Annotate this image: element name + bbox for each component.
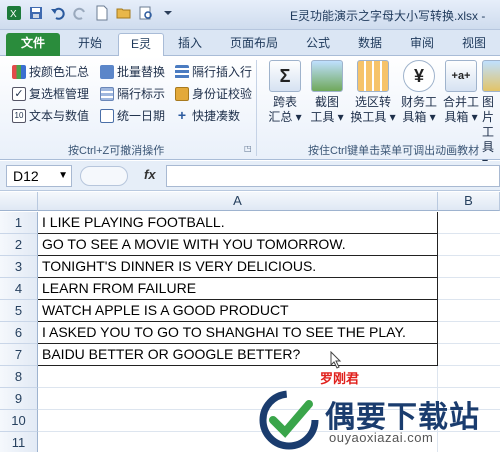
cell-b[interactable] [438, 366, 500, 388]
cell-a[interactable]: TONIGHT'S DINNER IS VERY DELICIOUS. [38, 256, 438, 278]
select-all-corner[interactable] [0, 192, 38, 211]
cell-b[interactable] [438, 212, 500, 234]
text-number-icon: 10 [12, 108, 26, 123]
watermark: 偶要下载站 ouyaoxiazai.com [255, 386, 500, 452]
yen-icon: ¥ [403, 60, 435, 92]
quick-sum-button[interactable]: + 快捷凑数 [175, 106, 240, 125]
formula-controls [80, 166, 128, 186]
row-header[interactable]: 2 [0, 234, 38, 256]
plus-icon: + [177, 106, 187, 123]
cell-a[interactable]: LEARN FROM FAILURE [38, 278, 438, 300]
cell-b[interactable] [438, 300, 500, 322]
cell-a[interactable]: BAIDU BETTER OR GOOGLE BETTER? [38, 344, 438, 366]
undo-icon[interactable] [50, 5, 66, 21]
screenshot-tools-button[interactable]: 截图 工具 ▾ [306, 60, 348, 125]
id-card-icon [175, 86, 189, 101]
group-caption-undo: 按Ctrl+Z可撤消操作 [68, 145, 165, 157]
formula-bar: D12 ▼ fx [0, 161, 500, 191]
tab-view[interactable]: 视图 [452, 33, 496, 56]
brand-logo-icon [259, 390, 319, 452]
save-icon[interactable] [28, 5, 44, 21]
group-separator [256, 60, 257, 156]
print-preview-icon[interactable] [138, 5, 154, 21]
alternate-row-highlight-button[interactable]: 隔行标示 [100, 84, 165, 103]
image-icon [482, 60, 500, 92]
rows-icon [175, 64, 189, 79]
tab-page-layout[interactable]: 页面布局 [222, 33, 286, 56]
calendar-icon [100, 108, 114, 123]
cross-sheet-summary-button[interactable]: Σ 跨表 汇总 ▾ [264, 60, 306, 125]
formula-input[interactable] [166, 165, 500, 187]
tab-home[interactable]: 开始 [68, 33, 112, 56]
row-header[interactable]: 8 [0, 366, 38, 388]
column-header-a[interactable]: A [38, 192, 438, 211]
color-bars-icon [12, 64, 26, 79]
title-bar: X E灵功能演示之字母大小写转换.xlsx - [0, 0, 500, 30]
tab-review[interactable]: 审阅 [400, 33, 444, 56]
row-header[interactable]: 10 [0, 410, 38, 432]
replace-icon [100, 64, 114, 79]
tab-formulas[interactable]: 公式 [296, 33, 340, 56]
highlight-rows-icon [100, 86, 114, 101]
row-header[interactable]: 9 [0, 388, 38, 410]
name-box[interactable]: D12 ▼ [6, 165, 72, 187]
sigma-icon: Σ [269, 60, 301, 92]
checkbox-icon: ✓ [12, 86, 26, 101]
row-header[interactable]: 4 [0, 278, 38, 300]
svg-text:X: X [10, 9, 17, 20]
watermark-url: ouyaoxiazai.com [329, 430, 434, 445]
insert-alternate-rows-button[interactable]: 隔行插入行 [175, 62, 252, 81]
cell-b[interactable] [438, 278, 500, 300]
checkbox-manager-button[interactable]: ✓ 复选框管理 [12, 84, 89, 103]
column-header-b[interactable]: B [438, 192, 500, 211]
text-number-convert-button[interactable]: 10 文本与数值 [12, 106, 89, 125]
image-tools-button[interactable]: 图片 工具 ▾ [482, 60, 500, 170]
cell-a[interactable]: I LIKE PLAYING FOOTBALL. [38, 212, 438, 234]
row-header[interactable]: 3 [0, 256, 38, 278]
row-header[interactable]: 6 [0, 322, 38, 344]
cell-b[interactable] [438, 322, 500, 344]
cell-a[interactable]: I ASKED YOU TO GO TO SHANGHAI TO SEE THE… [38, 322, 438, 344]
cell-b[interactable] [438, 256, 500, 278]
merge-toolbox-button[interactable]: +a+ 合并工 具箱 ▾ [440, 60, 482, 125]
row-header[interactable]: 7 [0, 344, 38, 366]
tab-insert[interactable]: 插入 [168, 33, 212, 56]
tab-data[interactable]: 数据 [348, 33, 392, 56]
tab-file[interactable]: 文件 [6, 33, 60, 56]
row-header[interactable]: 11 [0, 432, 38, 452]
ribbon: 按颜色汇总 批量替换 隔行插入行 ✓ 复选框管理 隔行标示 身份证校验 10 文… [0, 56, 500, 169]
table-icon [357, 60, 389, 92]
window-title: E灵功能演示之字母大小写转换.xlsx - [290, 9, 486, 23]
cell-b[interactable] [438, 344, 500, 366]
batch-replace-button[interactable]: 批量替换 [100, 62, 165, 81]
new-file-icon[interactable] [94, 5, 110, 21]
cell-a[interactable]: GO TO SEE A MOVIE WITH YOU TOMORROW. [38, 234, 438, 256]
finance-toolbox-button[interactable]: ¥ 财务工 具箱 ▾ [398, 60, 440, 125]
row-header[interactable]: 1 [0, 212, 38, 234]
row-header[interactable]: 5 [0, 300, 38, 322]
picture-icon [311, 60, 343, 92]
mouse-cursor-icon [330, 350, 342, 372]
selection-convert-tools-button[interactable]: 选区转 换工具 ▾ [350, 60, 396, 125]
customize-dropdown-icon[interactable] [160, 5, 176, 21]
redo-icon[interactable] [72, 5, 88, 21]
unify-date-button[interactable]: 统一日期 [100, 106, 165, 125]
tab-eling[interactable]: E灵 [118, 33, 164, 56]
cell-a[interactable]: WATCH APPLE IS A GOOD PRODUCT [38, 300, 438, 322]
cell-a[interactable] [38, 366, 438, 388]
group-caption-ctrl-click: 按住Ctrl键单击菜单可调出动画教材 [308, 145, 480, 157]
insert-function-button[interactable]: fx [144, 167, 156, 182]
merge-icon: +a+ [445, 60, 477, 92]
dialog-launcher-icon[interactable]: ◳ [244, 144, 252, 153]
ribbon-tabs: 文件 开始 E灵 插入 页面布局 公式 数据 审阅 视图 [0, 30, 500, 56]
excel-app-icon: X [6, 5, 22, 21]
color-summary-button[interactable]: 按颜色汇总 [12, 62, 89, 81]
quick-access-toolbar: X [6, 5, 176, 21]
open-folder-icon[interactable] [116, 5, 132, 21]
cell-b[interactable] [438, 234, 500, 256]
id-card-check-button[interactable]: 身份证校验 [175, 84, 252, 103]
name-box-dropdown-icon[interactable]: ▼ [58, 166, 68, 186]
